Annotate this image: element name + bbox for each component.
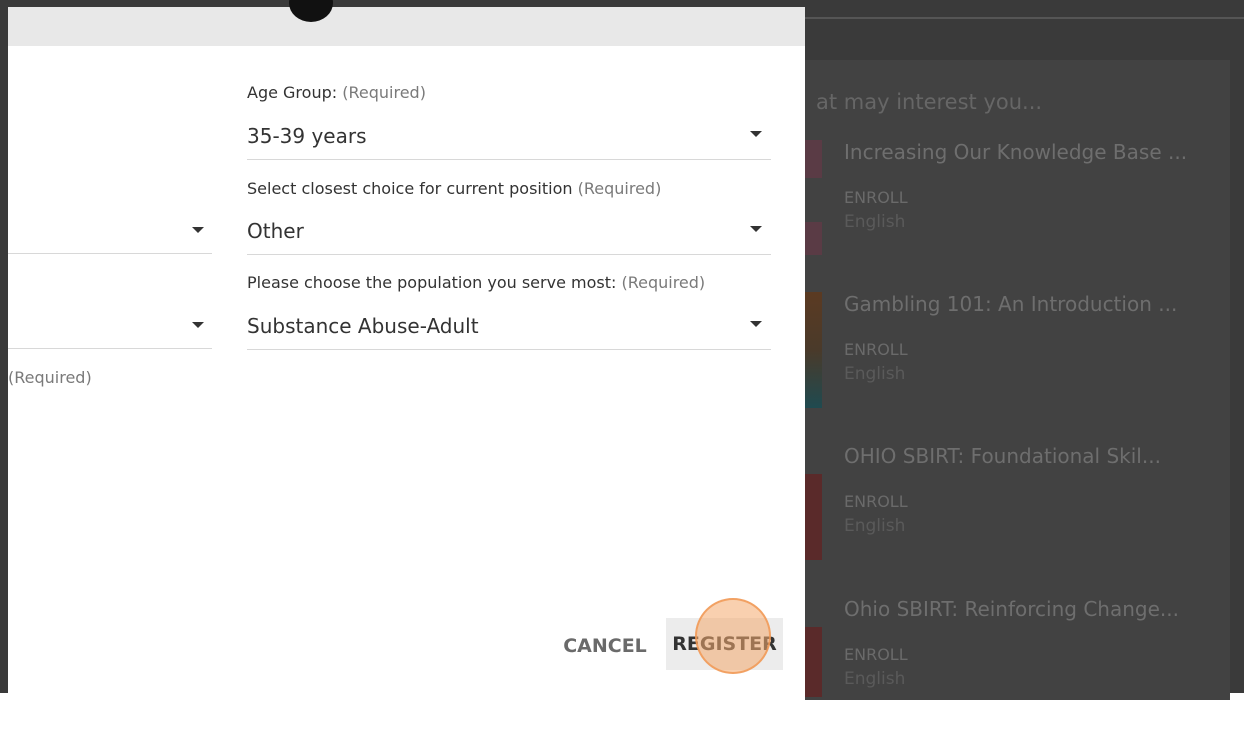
avatar (289, 0, 333, 22)
chevron-down-icon (192, 227, 204, 233)
chevron-down-icon (750, 131, 762, 137)
position-label: Select closest choice for current positi… (247, 179, 662, 198)
course-language: English (844, 516, 906, 536)
course-title[interactable]: OHIO SBIRT: Foundational Skil... (844, 444, 1161, 468)
course-thumbnail (805, 292, 822, 408)
course-title[interactable]: Ohio SBIRT: Reinforcing Change... (844, 597, 1179, 621)
background-topbar (805, 7, 1244, 19)
enroll-link[interactable]: ENROLL (844, 188, 908, 207)
age-group-select[interactable]: 35-39 years (247, 113, 771, 160)
population-value: Substance Abuse-Adult (247, 314, 479, 338)
course-title[interactable]: Gambling 101: An Introduction ... (844, 292, 1177, 316)
course-card[interactable]: OHIO SBIRT: Foundational Skil... ENROLL … (805, 444, 1230, 594)
age-group-label: Age Group: (Required) (247, 83, 426, 102)
registration-modal: (Required) Age Group: (Required) 35-39 y… (8, 0, 805, 693)
population-label: Please choose the population you serve m… (247, 273, 706, 292)
left-select-2[interactable] (8, 302, 212, 349)
position-select[interactable]: Other (247, 208, 771, 255)
course-thumbnail (805, 222, 822, 255)
enroll-link[interactable]: ENROLL (844, 645, 908, 664)
age-group-value: 35-39 years (247, 124, 367, 148)
chevron-down-icon (750, 226, 762, 232)
enroll-link[interactable]: ENROLL (844, 492, 908, 511)
population-select[interactable]: Substance Abuse-Adult (247, 303, 771, 350)
recommendations-title: at may interest you... (816, 90, 1043, 114)
course-language: English (844, 669, 906, 689)
course-thumbnail (805, 627, 822, 697)
left-required-label: (Required) (8, 368, 92, 387)
modal-header (8, 0, 805, 46)
course-language: English (844, 212, 906, 232)
course-thumbnail (805, 140, 822, 178)
cancel-button[interactable]: CANCEL (563, 624, 647, 668)
course-card[interactable]: Ohio SBIRT: Reinforcing Change... ENROLL… (805, 597, 1230, 747)
course-card[interactable]: Gambling 101: An Introduction ... ENROLL… (805, 292, 1230, 442)
course-language: English (844, 364, 906, 384)
chevron-down-icon (192, 322, 204, 328)
click-indicator (695, 598, 771, 674)
position-value: Other (247, 219, 304, 243)
chevron-down-icon (750, 321, 762, 327)
enroll-link[interactable]: ENROLL (844, 340, 908, 359)
course-thumbnail (805, 474, 822, 560)
left-select-1[interactable] (8, 207, 212, 254)
course-title[interactable]: Increasing Our Knowledge Base ... (844, 140, 1187, 164)
course-card[interactable]: Increasing Our Knowledge Base ... ENROLL… (805, 140, 1230, 290)
